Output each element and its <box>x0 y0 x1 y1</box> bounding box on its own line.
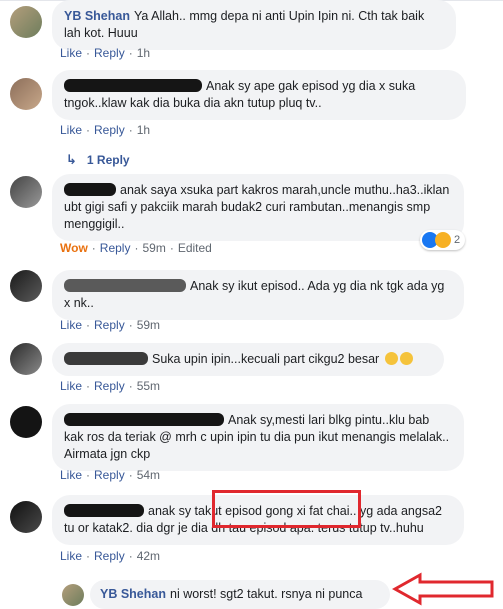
timestamp[interactable]: 1h <box>137 123 150 137</box>
comment-author[interactable]: YB Shehan <box>64 9 130 23</box>
comment-bubble: anak saya xsuka part kakros marah,uncle … <box>52 174 464 241</box>
reply-button[interactable]: Reply <box>100 241 131 255</box>
like-button[interactable]: Like <box>60 379 82 393</box>
redacted-author <box>64 413 224 426</box>
like-button[interactable]: Like <box>60 549 82 563</box>
comment-text: anak saya xsuka part kakros marah,uncle … <box>64 183 450 231</box>
reaction-summary[interactable]: 2 <box>420 230 466 250</box>
view-replies-link[interactable]: ↳ 1 Reply <box>66 152 130 168</box>
comment-bubble: YB Shehan Ya Allah.. mmg depa ni anti Upi… <box>52 0 456 50</box>
comment-actions: Wow · Reply · 59m · Edited <box>60 241 212 255</box>
avatar[interactable] <box>10 78 42 110</box>
comment-actions: Like · Reply · 59m <box>60 318 161 332</box>
timestamp[interactable]: 54m <box>137 468 160 482</box>
avatar[interactable] <box>10 270 42 302</box>
redacted-author <box>64 352 148 365</box>
reaction-count: 2 <box>454 234 461 246</box>
reply-button[interactable]: Reply <box>94 468 125 482</box>
avatar[interactable] <box>10 343 42 375</box>
like-button[interactable]: Like <box>60 123 82 137</box>
reply-button[interactable]: Reply <box>94 318 125 332</box>
timestamp[interactable]: 42m <box>137 549 160 563</box>
comment-text: ni worst! sgt2 takut. rsnya ni punca <box>170 587 363 601</box>
comment-actions: Like · Reply · 1h <box>60 123 151 137</box>
comment-bubble: Suka upin ipin...kecuali part cikgu2 bes… <box>52 343 444 376</box>
comment-bubble: Anak sy ikut episod.. Ada yg dia nk tgk … <box>52 270 464 320</box>
comment-actions: Like · Reply · 1h <box>60 46 151 60</box>
avatar[interactable] <box>10 406 42 438</box>
comment-bubble: YB Shehan ni worst! sgt2 takut. rsnya ni … <box>90 580 390 609</box>
avatar[interactable] <box>10 501 42 533</box>
wow-reaction-icon <box>435 232 451 248</box>
avatar[interactable] <box>62 584 84 606</box>
like-button[interactable]: Like <box>60 46 82 60</box>
like-button[interactable]: Like <box>60 468 82 482</box>
reply-button[interactable]: Reply <box>94 379 125 393</box>
redacted-author <box>64 183 116 196</box>
comment-actions: Like · Reply · 55m <box>60 379 161 393</box>
comment-text-before: anak sy takut <box>148 504 222 518</box>
smile-emoji-icon <box>399 352 413 365</box>
like-button[interactable]: Like <box>60 318 82 332</box>
wow-reaction-button[interactable]: Wow <box>60 241 88 255</box>
comment-text: Suka upin ipin...kecuali part cikgu2 bes… <box>152 352 380 366</box>
avatar[interactable] <box>10 6 42 38</box>
reply-button[interactable]: Reply <box>94 549 125 563</box>
edited-label[interactable]: Edited <box>178 241 212 255</box>
comment-bubble: Anak sy ape gak episod yg dia x suka tng… <box>52 70 466 120</box>
highlight-annotation-box <box>212 490 361 528</box>
comment-bubble: Anak sy,mesti lari blkg pintu..klu bab k… <box>52 404 464 471</box>
timestamp[interactable]: 55m <box>137 379 160 393</box>
replies-count[interactable]: 1 Reply <box>87 153 130 167</box>
redacted-author <box>64 504 144 517</box>
avatar[interactable] <box>10 176 42 208</box>
reply-arrow-icon: ↳ <box>66 152 77 167</box>
timestamp[interactable]: 1h <box>137 46 150 60</box>
redacted-author <box>64 279 186 292</box>
red-arrow-annotation <box>392 572 494 606</box>
reply-button[interactable]: Reply <box>94 123 125 137</box>
redacted-author <box>64 79 202 92</box>
timestamp[interactable]: 59m <box>142 241 165 255</box>
comment-actions: Like · Reply · 54m <box>60 468 161 482</box>
smile-emoji-icon <box>384 352 398 365</box>
comment-author[interactable]: YB Shehan <box>100 587 166 601</box>
timestamp[interactable]: 59m <box>137 318 160 332</box>
reply-button[interactable]: Reply <box>94 46 125 60</box>
comment-actions: Like · Reply · 42m <box>60 549 161 563</box>
